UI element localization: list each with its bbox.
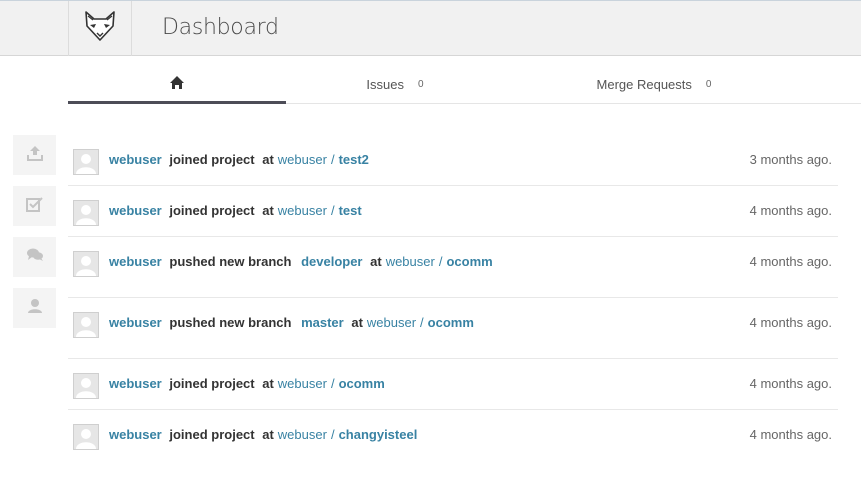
project-link[interactable]: test	[339, 203, 362, 218]
event-at: at	[351, 315, 363, 330]
event-text: webuser pushed new branch master at webus…	[109, 315, 474, 330]
event-time: 4 months ago.	[749, 203, 832, 218]
event-at: at	[262, 152, 274, 167]
author-link[interactable]: webuser	[109, 427, 162, 442]
tab-home[interactable]	[68, 66, 286, 104]
event-text: webuser joined project at webuser / test2	[109, 152, 369, 167]
event-item: webuser joined project at webuser / ocomm 4…	[68, 359, 838, 410]
sidebar-issues-button[interactable]	[13, 186, 56, 226]
event-item: webuser pushed new branch master at webus…	[68, 298, 838, 359]
event-time: 4 months ago.	[749, 376, 832, 391]
event-action: joined project	[169, 376, 255, 391]
avatar[interactable]	[73, 424, 99, 450]
event-time: 4 months ago.	[749, 427, 832, 442]
top-header: Dashboard	[0, 0, 861, 56]
project-link[interactable]: changyisteel	[339, 427, 418, 442]
upload-icon	[26, 145, 44, 166]
author-link[interactable]: webuser	[109, 315, 162, 330]
project-link[interactable]: ocomm	[446, 254, 492, 269]
event-time: 4 months ago.	[749, 315, 832, 330]
author-link[interactable]: webuser	[109, 203, 162, 218]
path-separator: /	[330, 427, 335, 442]
namespace-link[interactable]: webuser	[278, 152, 327, 167]
home-icon	[169, 75, 185, 93]
checkbox-icon	[25, 196, 44, 217]
event-action: joined project	[169, 203, 255, 218]
event-text: webuser joined project at webuser / changyi…	[109, 427, 417, 442]
event-at: at	[262, 203, 274, 218]
merge-requests-count: 0	[705, 79, 712, 90]
chat-icon	[26, 247, 44, 268]
event-item: webuser joined project at webuser / changyi…	[68, 410, 838, 461]
sidebar	[13, 135, 56, 339]
avatar[interactable]	[73, 149, 99, 175]
user-icon	[27, 298, 43, 319]
author-link[interactable]: webuser	[109, 254, 162, 269]
dashboard-tabs: Issues 0 Merge Requests 0	[68, 66, 861, 104]
project-link[interactable]: ocomm	[428, 315, 474, 330]
activity-feed: webuser joined project at webuser / test2 3…	[68, 135, 838, 461]
project-link[interactable]: test2	[339, 152, 369, 167]
event-action: joined project	[169, 427, 255, 442]
avatar[interactable]	[73, 200, 99, 226]
path-separator: /	[330, 376, 335, 391]
path-separator: /	[438, 254, 443, 269]
sidebar-push-button[interactable]	[13, 135, 56, 175]
author-link[interactable]: webuser	[109, 152, 162, 167]
tab-issues-label: Issues	[366, 77, 404, 92]
event-time: 4 months ago.	[749, 254, 832, 269]
namespace-link[interactable]: webuser	[386, 254, 435, 269]
namespace-link[interactable]: webuser	[278, 203, 327, 218]
event-item: webuser pushed new branch developer at we…	[68, 237, 838, 298]
namespace-link[interactable]: webuser	[278, 376, 327, 391]
event-at: at	[370, 254, 382, 269]
event-text: webuser joined project at webuser / test	[109, 203, 362, 218]
path-separator: /	[330, 203, 335, 218]
event-text: webuser joined project at webuser / ocomm	[109, 376, 385, 391]
avatar[interactable]	[73, 251, 99, 277]
page-title: Dashboard	[162, 15, 279, 40]
tab-merge-requests[interactable]: Merge Requests 0	[504, 66, 804, 103]
fox-logo-icon	[82, 9, 118, 48]
author-link[interactable]: webuser	[109, 376, 162, 391]
tab-merge-requests-label: Merge Requests	[596, 77, 692, 92]
namespace-link[interactable]: webuser	[367, 315, 416, 330]
sidebar-team-button[interactable]	[13, 288, 56, 328]
issues-count: 0	[418, 79, 424, 90]
branch-link[interactable]: developer	[301, 254, 362, 269]
event-time: 3 months ago.	[749, 152, 832, 167]
event-action: pushed new branch	[169, 254, 292, 269]
branch-link[interactable]: master	[301, 315, 344, 330]
tab-issues[interactable]: Issues 0	[286, 66, 504, 103]
path-separator: /	[330, 152, 335, 167]
sidebar-comments-button[interactable]	[13, 237, 56, 277]
event-action: pushed new branch	[169, 315, 292, 330]
event-item: webuser joined project at webuser / test 4 …	[68, 186, 838, 237]
event-at: at	[262, 376, 274, 391]
avatar[interactable]	[73, 373, 99, 399]
event-text: webuser pushed new branch developer at we…	[109, 254, 493, 269]
avatar[interactable]	[73, 312, 99, 338]
logo-link[interactable]	[68, 1, 132, 56]
path-separator: /	[420, 315, 424, 330]
event-action: joined project	[169, 152, 255, 167]
namespace-link[interactable]: webuser	[278, 427, 327, 442]
event-at: at	[262, 427, 274, 442]
project-link[interactable]: ocomm	[339, 376, 385, 391]
event-item: webuser joined project at webuser / test2 3…	[68, 135, 838, 186]
